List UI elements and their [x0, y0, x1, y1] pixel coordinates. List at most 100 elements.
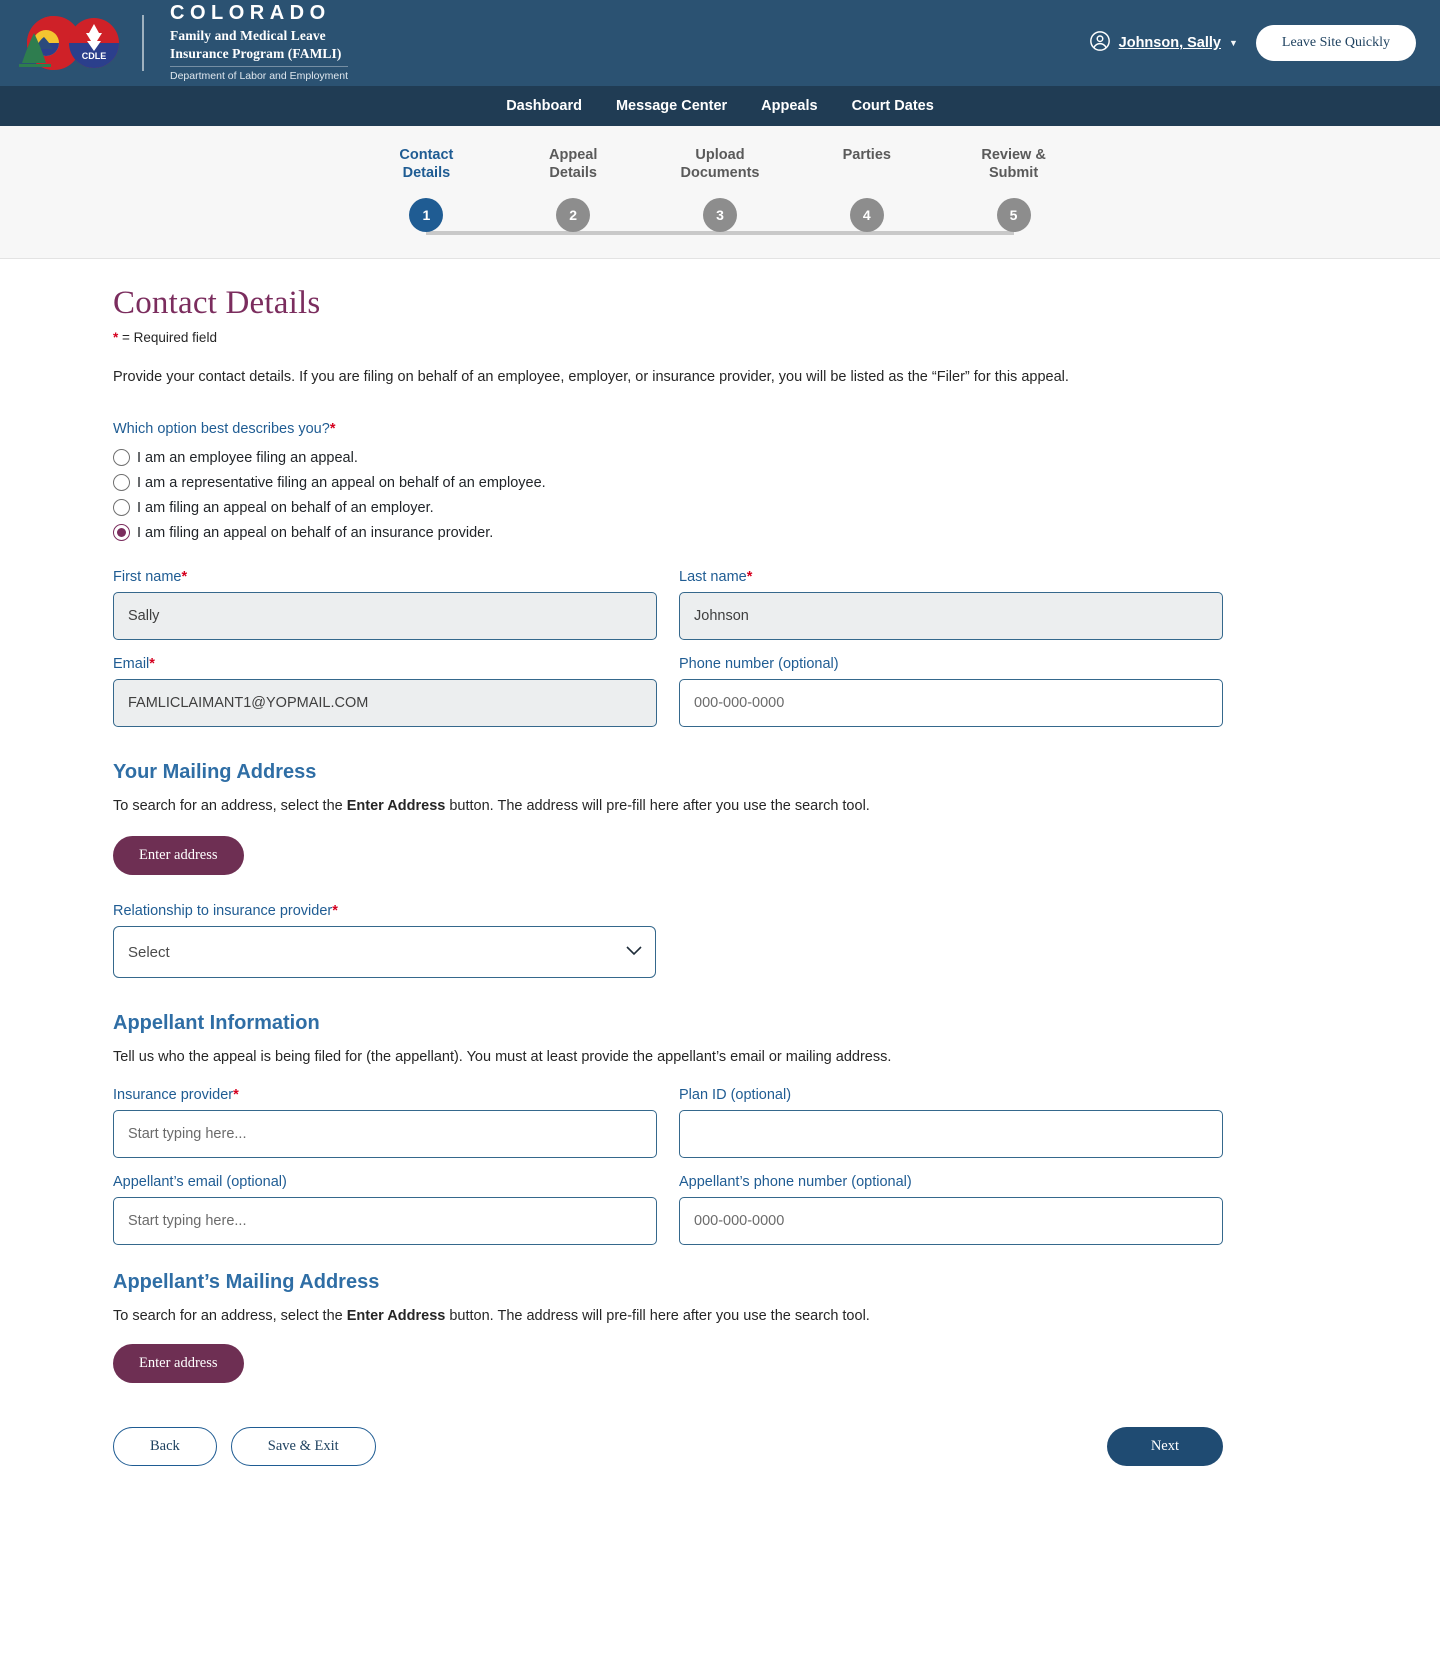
appellant-provider-row: Insurance provider* Plan ID (optional) [113, 1087, 1223, 1159]
step-label-review-submit: Review & Submit [981, 147, 1046, 182]
your-mailing-address-heading: Your Mailing Address [113, 761, 317, 784]
user-menu[interactable]: Johnson, Sally ▼ [1089, 30, 1238, 56]
your-mailing-address-helper: To search for an address, select the Ent… [113, 798, 1440, 814]
masthead-actions: Johnson, Sally ▼ Leave Site Quickly [1089, 25, 1416, 61]
plan-id-label: Plan ID (optional) [679, 1087, 792, 1104]
stepper-labels: Contact Details Appeal Details Upload Do… [353, 146, 1087, 182]
appellant-phone-field-group: Appellant’s phone number (optional) [679, 1174, 1223, 1246]
describe-you-legend: Which option best describes you?* [113, 421, 1440, 437]
email-label: Email* [113, 656, 657, 672]
colorado-cdle-logo-icon: CDLE [16, 11, 126, 75]
step-label-appeal-details: Appeal Details [549, 147, 598, 182]
enter-address-button-filer[interactable]: Enter address [113, 836, 244, 876]
brand-divider [142, 14, 144, 71]
user-name-label: Johnson, Sally [1118, 35, 1221, 51]
progress-stepper: Contact Details Appeal Details Upload Do… [0, 126, 1440, 260]
insurance-provider-input[interactable] [113, 1110, 657, 1159]
helper-bold-text: Enter Address [346, 1308, 446, 1325]
required-asterisk: * [149, 656, 155, 673]
insurance-provider-label-text: Insurance provider [113, 1087, 234, 1104]
first-name-input[interactable] [113, 592, 657, 641]
plan-id-field-group: Plan ID (optional) [679, 1087, 1223, 1159]
chevron-down-icon: ▼ [1229, 38, 1238, 48]
enter-address-button-appellant[interactable]: Enter address [113, 1344, 244, 1384]
nav-item-dashboard[interactable]: Dashboard [506, 98, 582, 114]
main-navigation: Dashboard Message Center Appeals Court D… [0, 86, 1440, 126]
nav-item-court-dates[interactable]: Court Dates [852, 98, 934, 114]
step-label-upload-documents: Upload Documents [680, 147, 760, 182]
phone-input[interactable] [679, 679, 1223, 728]
relationship-select[interactable]: Select [113, 926, 656, 979]
email-label-text: Email [113, 656, 150, 673]
describe-you-group: Which option best describes you?* I am a… [113, 421, 1440, 542]
step-dot-1[interactable]: 1 [409, 198, 444, 233]
filer-name-row: First name* Last name* [113, 569, 1223, 641]
main-content: Contact Details * = Required field Provi… [0, 259, 1440, 1506]
user-circle-icon [1089, 30, 1111, 56]
appellant-phone-input[interactable] [679, 1197, 1223, 1246]
step-dot-4[interactable]: 4 [849, 198, 884, 233]
appellant-phone-label: Appellant’s phone number (optional) [679, 1174, 912, 1191]
step-dot-5[interactable]: 5 [996, 198, 1031, 233]
nav-item-appeals[interactable]: Appeals [761, 98, 817, 114]
appellant-email-input[interactable] [113, 1197, 657, 1246]
appellant-contact-row: Appellant’s email (optional) Appellant’s… [113, 1174, 1223, 1246]
describe-you-legend-text: Which option best describes you? [113, 421, 330, 438]
page-title: Contact Details [113, 285, 321, 322]
helper-pre-text: To search for an address, select the [113, 1308, 347, 1325]
radio-icon[interactable] [113, 474, 130, 492]
helper-post-text: button. The address will pre-fill here a… [445, 798, 870, 815]
required-asterisk: * [233, 1087, 239, 1104]
email-input[interactable] [113, 679, 657, 728]
radio-option-representative[interactable]: I am a representative filing an appeal o… [113, 474, 1440, 492]
next-button[interactable]: Next [1106, 1427, 1223, 1467]
insurance-provider-label: Insurance provider* [113, 1087, 657, 1103]
radio-label-representative: I am a representative filing an appeal o… [137, 474, 546, 491]
step-dot-2[interactable]: 2 [556, 198, 591, 233]
phone-label: Phone number (optional) [679, 656, 839, 673]
page-intro-text: Provide your contact details. If you are… [113, 369, 1069, 386]
appellant-mailing-address-heading: Appellant’s Mailing Address [113, 1271, 380, 1294]
phone-field-group: Phone number (optional) [679, 656, 1223, 728]
radio-label-insurance-provider: I am filing an appeal on behalf of an in… [137, 524, 494, 541]
back-button[interactable]: Back [113, 1427, 217, 1467]
appellant-email-label: Appellant’s email (optional) [113, 1174, 287, 1191]
relationship-field-group: Relationship to insurance provider* Sele… [113, 903, 1440, 979]
program-name-line-1: Family and Medical Leave [170, 27, 326, 43]
last-name-input[interactable] [679, 592, 1223, 641]
radio-option-employee[interactable]: I am an employee filing an appeal. [113, 449, 1440, 467]
first-name-label-text: First name [113, 569, 182, 586]
step-dot-3[interactable]: 3 [702, 198, 737, 233]
save-and-exit-button[interactable]: Save & Exit [230, 1427, 376, 1467]
radio-label-employee: I am an employee filing an appeal. [137, 449, 358, 466]
radio-label-employer: I am filing an appeal on behalf of an em… [137, 499, 434, 516]
appellant-email-field-group: Appellant’s email (optional) [113, 1174, 657, 1246]
step-label-contact-details: Contact Details [399, 147, 454, 182]
email-field-group: Email* [113, 656, 657, 728]
nav-item-message-center[interactable]: Message Center [616, 98, 727, 114]
first-name-field-group: First name* [113, 569, 657, 641]
required-asterisk: * [181, 569, 188, 586]
brand-block: CDLE COLORADO Family and Medical Leave I… [16, 2, 349, 84]
required-asterisk: * [329, 421, 336, 438]
helper-post-text: button. The address will pre-fill here a… [445, 1308, 870, 1325]
last-name-field-group: Last name* [679, 569, 1223, 641]
radio-option-insurance-provider[interactable]: I am filing an appeal on behalf of an in… [113, 524, 1440, 542]
form-footer-actions: Back Save & Exit Next [113, 1427, 1223, 1506]
radio-option-employer[interactable]: I am filing an appeal on behalf of an em… [113, 499, 1440, 517]
appellant-information-heading: Appellant Information [113, 1012, 320, 1035]
appellant-mailing-address-helper: To search for an address, select the Ent… [113, 1308, 1440, 1324]
filer-contact-row: Email* Phone number (optional) [113, 656, 1223, 728]
brand-text: COLORADO Family and Medical Leave Insura… [170, 2, 349, 84]
helper-pre-text: To search for an address, select the [113, 798, 347, 815]
relationship-label: Relationship to insurance provider* [113, 903, 1440, 919]
required-asterisk: * [332, 903, 338, 920]
radio-icon[interactable] [113, 449, 130, 467]
leave-site-quickly-button[interactable]: Leave Site Quickly [1255, 25, 1416, 61]
step-label-parties: Parties [842, 147, 891, 163]
radio-icon-selected[interactable] [113, 524, 130, 542]
required-field-note: * = Required field [113, 330, 1440, 345]
plan-id-input[interactable] [679, 1110, 1223, 1159]
radio-icon[interactable] [113, 499, 130, 517]
helper-bold-text: Enter Address [346, 798, 446, 815]
